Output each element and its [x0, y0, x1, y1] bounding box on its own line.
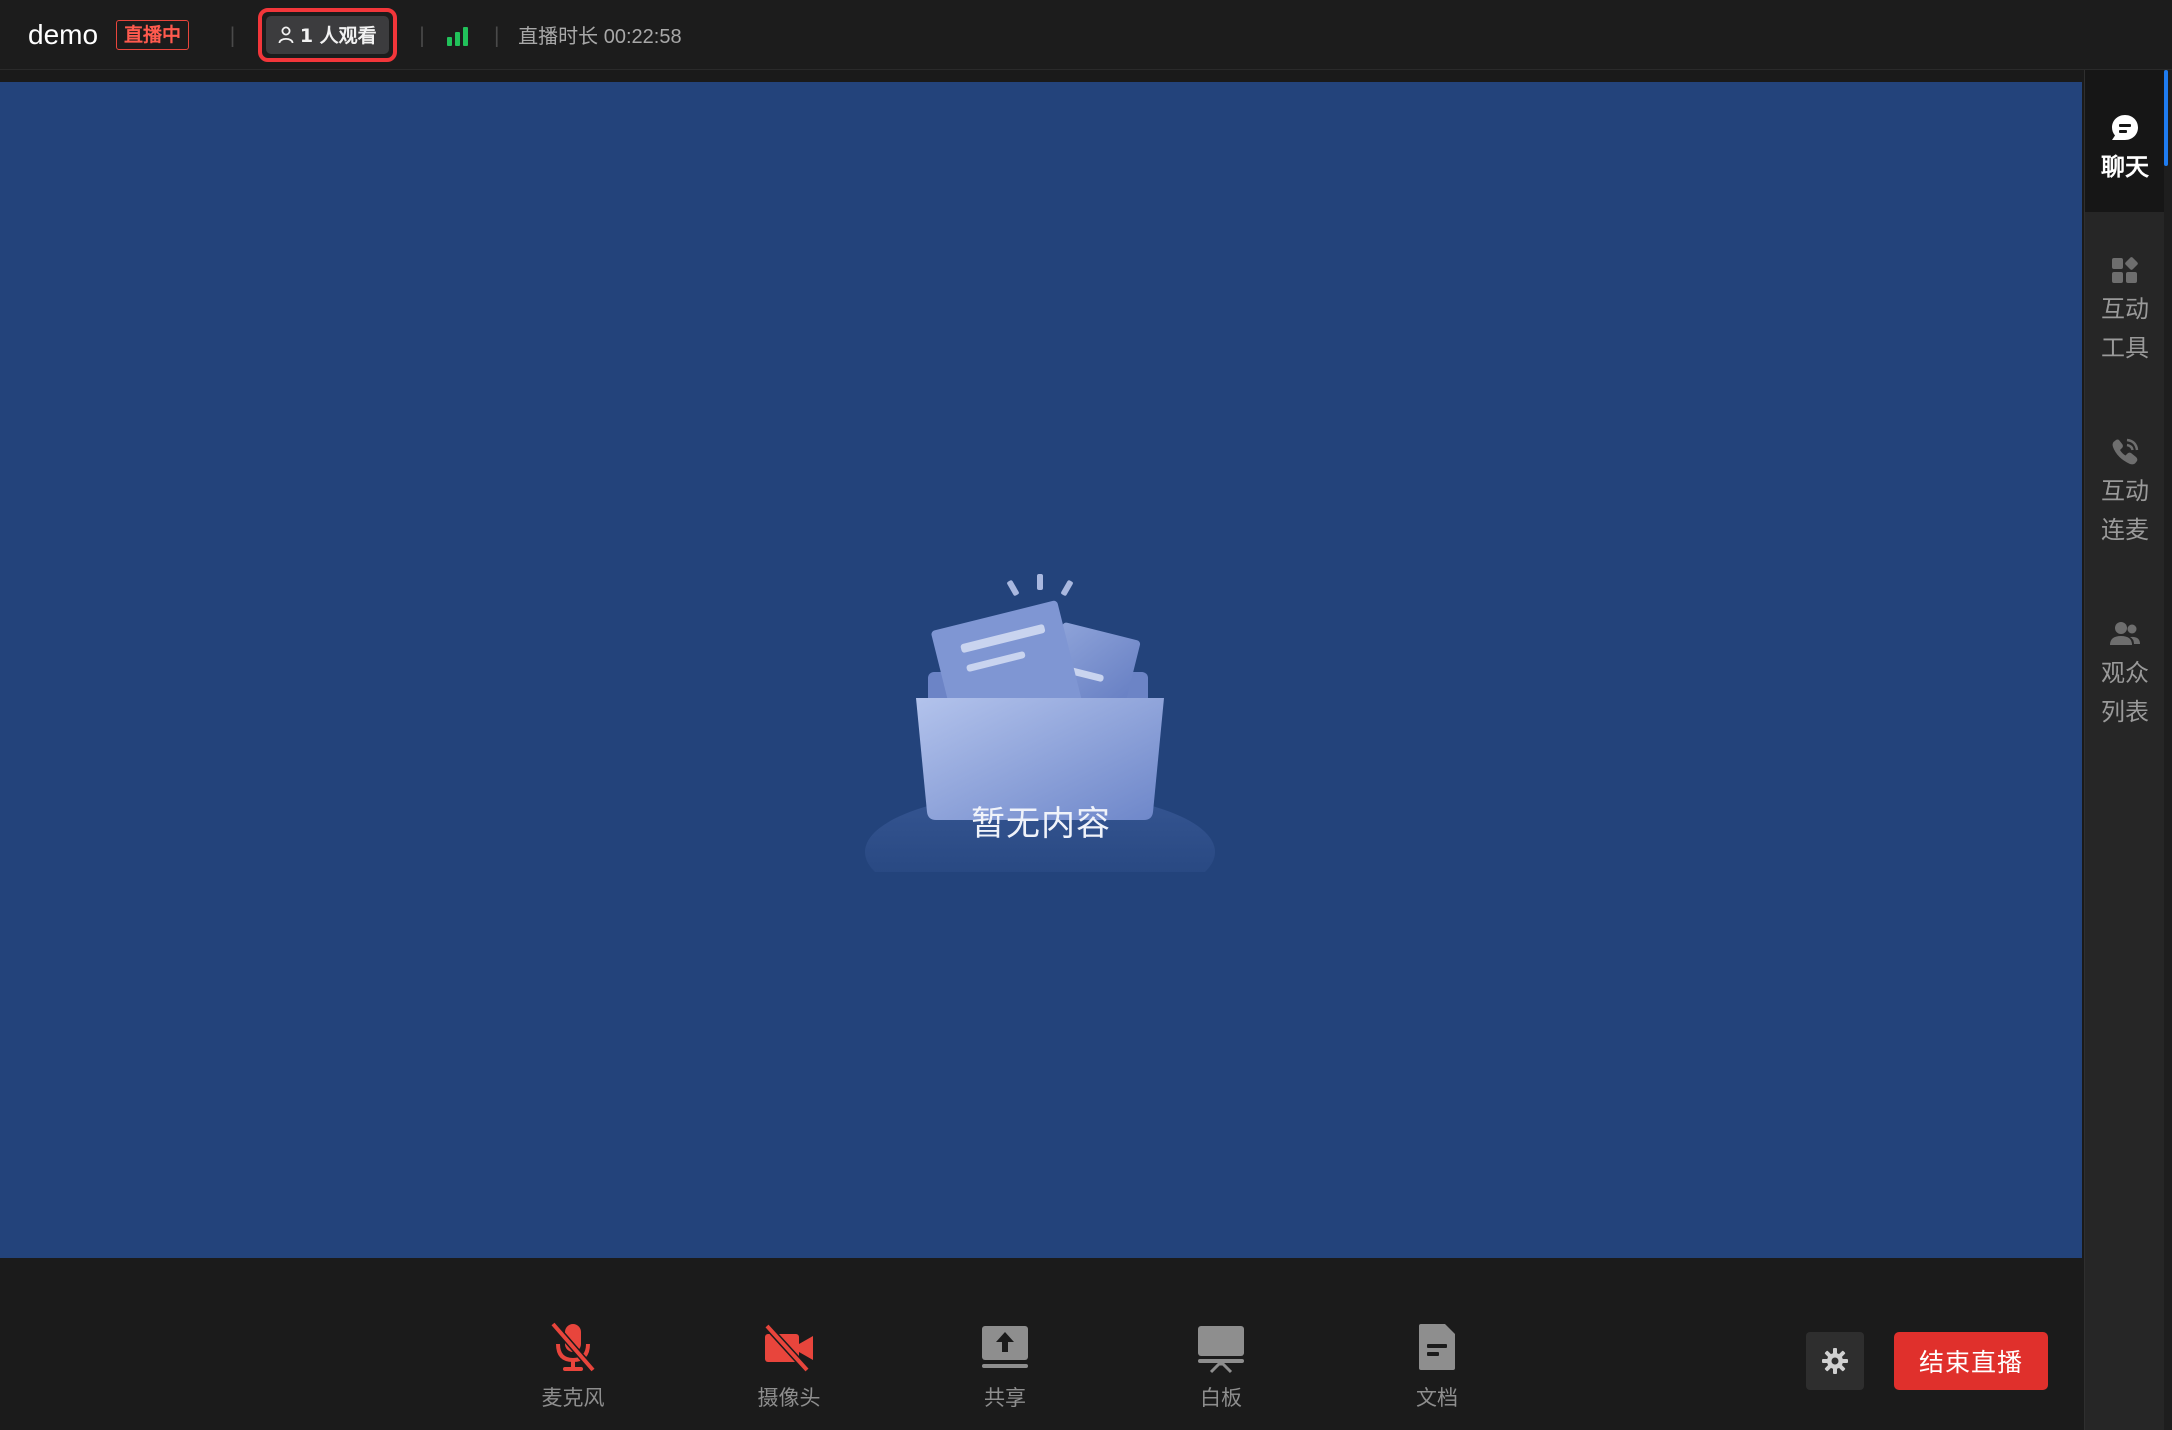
user-icon — [278, 26, 294, 43]
live-duration: 直播时长 00:22:58 — [518, 20, 681, 49]
people-icon — [2110, 622, 2140, 645]
sidebar-scrollbar[interactable] — [2164, 70, 2172, 1430]
empty-state-text: 暂无内容 — [971, 804, 1111, 844]
live-stage: 暂无内容 — [0, 82, 2082, 1258]
duration-label: 直播时长 — [518, 26, 599, 48]
camera-button[interactable]: 摄像头 — [729, 1320, 849, 1410]
whiteboard-icon — [1198, 1326, 1244, 1374]
camera-off-icon — [764, 1323, 813, 1373]
document-label: 文档 — [1416, 1386, 1458, 1410]
document-button[interactable]: 文档 — [1377, 1320, 1497, 1410]
sidebar-label-chat: 聊天 — [2101, 153, 2149, 181]
divider: | — [493, 22, 501, 47]
microphone-muted-icon — [550, 1321, 596, 1373]
microphone-button[interactable]: 麦克风 — [513, 1320, 633, 1410]
duration-value: 00:22:58 — [603, 26, 682, 48]
apps-icon — [2112, 257, 2138, 283]
whiteboard-label: 白板 — [1200, 1386, 1242, 1410]
share-label: 共享 — [984, 1386, 1026, 1410]
settings-button[interactable] — [1806, 1332, 1864, 1390]
sidebar-item-interactive-tools[interactable]: 互动 工具 — [2085, 254, 2165, 394]
sidebar-item-chat[interactable]: 聊天 — [2085, 70, 2165, 212]
top-bar: demo 直播中 | 1 人观看 | | 直播时长 00:22:58 — [0, 0, 2172, 70]
share-button[interactable]: 共享 — [945, 1320, 1065, 1410]
camera-label: 摄像头 — [757, 1386, 821, 1410]
sidebar-scrollbar-thumb[interactable] — [2164, 70, 2168, 166]
sidebar-label-audience-list: 观众 列表 — [2101, 659, 2149, 726]
gear-icon — [1822, 1348, 1848, 1374]
right-sidebar: 聊天 互动 工具 互动 连麦 观众 列表 — [2084, 70, 2165, 1430]
viewer-count-button[interactable]: 1 人观看 — [265, 15, 389, 54]
network-signal-icon — [447, 24, 471, 46]
sidebar-label-interactive-tools: 互动 工具 — [2101, 295, 2149, 362]
live-status-badge: 直播中 — [116, 19, 190, 50]
viewer-count-text: 1 人观看 — [299, 25, 377, 47]
phone-icon — [2112, 438, 2139, 465]
chat-icon — [2112, 115, 2138, 140]
screen-share-icon — [982, 1326, 1028, 1368]
sidebar-label-co-host: 互动 连麦 — [2101, 477, 2149, 544]
viewer-count-highlight[interactable]: 1 人观看 — [257, 7, 397, 62]
sidebar-item-audience-list[interactable]: 观众 列表 — [2085, 618, 2165, 758]
divider: | — [418, 22, 426, 47]
divider: | — [229, 22, 236, 47]
microphone-label: 麦克风 — [541, 1386, 605, 1410]
sidebar-item-co-host[interactable]: 互动 连麦 — [2085, 436, 2165, 576]
whiteboard-button[interactable]: 白板 — [1161, 1320, 1281, 1410]
end-live-button[interactable]: 结束直播 — [1894, 1332, 2048, 1390]
document-icon — [1419, 1324, 1455, 1370]
bottom-toolbar: 麦克风 摄像头 共享 白板 文档 结束直播 — [0, 1258, 2084, 1430]
app-title: demo — [28, 18, 99, 50]
